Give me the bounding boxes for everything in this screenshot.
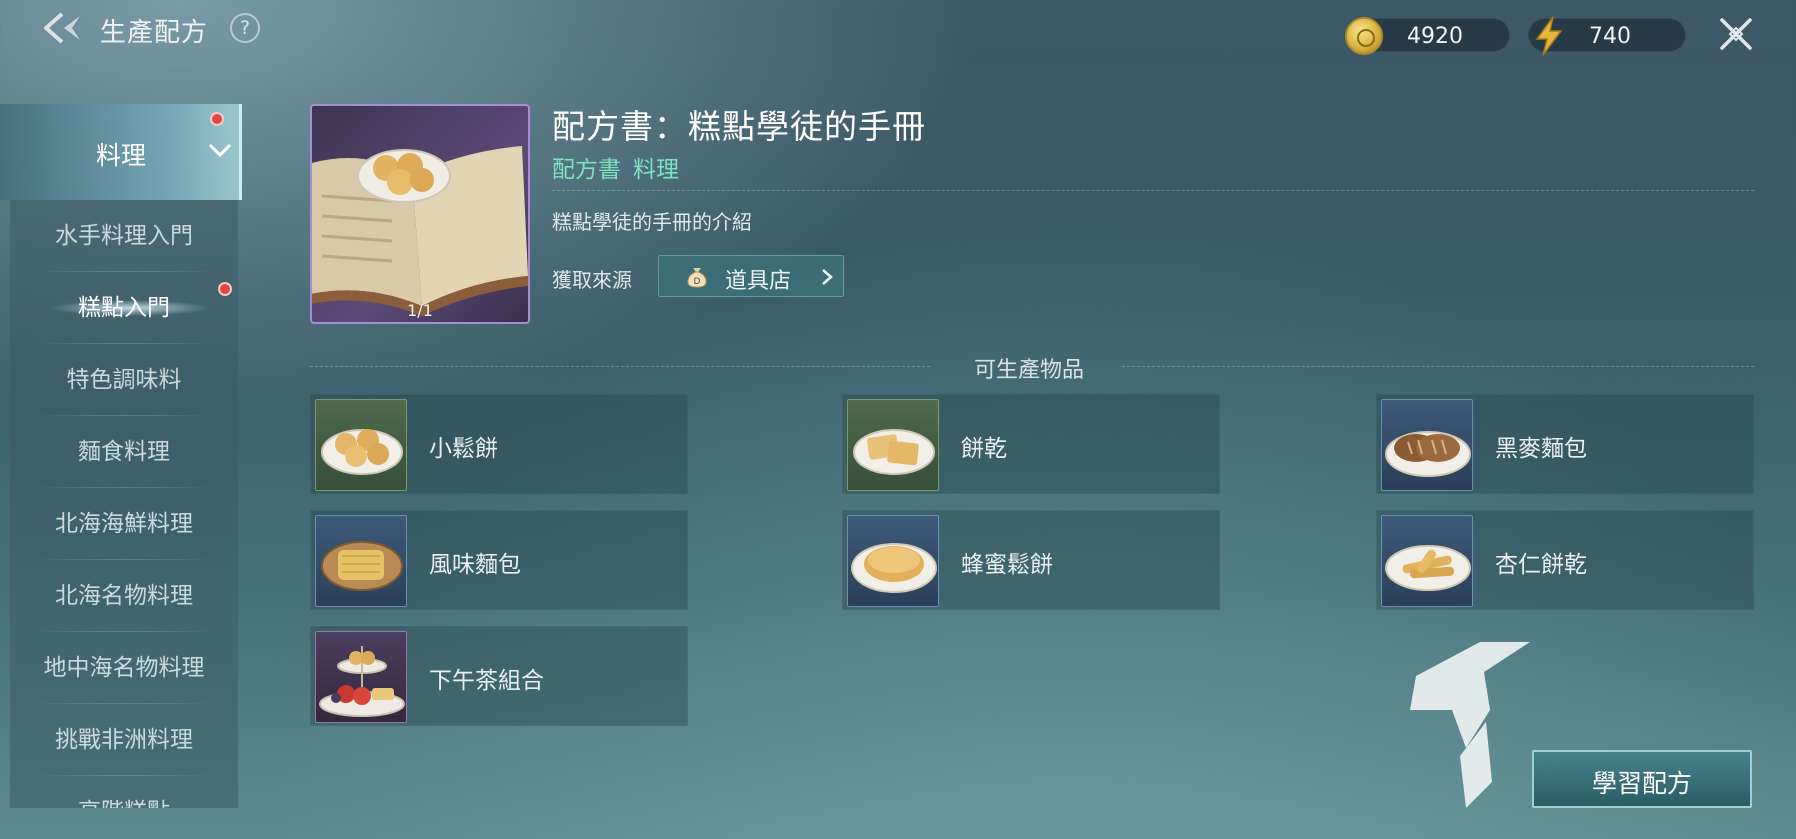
product-card[interactable]: 下午茶組合 bbox=[310, 626, 688, 726]
product-thumb bbox=[847, 515, 939, 607]
energy-balance: 740 bbox=[1528, 16, 1686, 56]
product-thumb bbox=[847, 399, 939, 491]
product-card[interactable]: 餅乾 bbox=[842, 394, 1220, 494]
section-title: 可生產物品 bbox=[973, 358, 1084, 383]
product-thumb bbox=[315, 515, 407, 607]
product-card[interactable]: 風味麵包 bbox=[310, 510, 688, 610]
product-card[interactable]: 小鬆餅 bbox=[310, 394, 688, 494]
recipe-title: 配方書：糕點學徒的手冊 bbox=[552, 107, 926, 146]
product-name: 風味麵包 bbox=[429, 552, 521, 578]
product-name: 小鬆餅 bbox=[429, 436, 498, 462]
coin-icon bbox=[1345, 17, 1383, 55]
nav-item-pastry-basics[interactable]: 糕點入門 bbox=[10, 272, 238, 344]
nav-item-african-challenge[interactable]: 挑戰非洲料理 bbox=[10, 704, 238, 776]
flavored-bread-icon bbox=[321, 541, 403, 591]
coin-value: 4920 bbox=[1407, 24, 1463, 49]
learn-recipe-label: 學習配方 bbox=[1591, 769, 1692, 798]
energy-value: 740 bbox=[1589, 24, 1631, 49]
product-card[interactable]: 黑麥麵包 bbox=[1376, 394, 1754, 494]
tag-cooking: 料理 bbox=[633, 157, 679, 183]
top-bar: 生產配方 ? 4920 740 bbox=[0, 0, 1796, 60]
nav-item-sailor-cooking[interactable]: 水手料理入門 bbox=[10, 200, 238, 272]
product-thumb bbox=[1381, 399, 1473, 491]
chevron-right-icon bbox=[822, 269, 833, 285]
money-bag-icon: D bbox=[687, 268, 707, 288]
nav-item-north-sea-specialty[interactable]: 北海名物料理 bbox=[10, 560, 238, 632]
lightning-icon bbox=[1535, 16, 1563, 56]
product-name: 下午茶組合 bbox=[429, 668, 544, 694]
item-alert-dot bbox=[218, 282, 232, 296]
divider bbox=[552, 190, 1754, 191]
recipe-list[interactable]: 水手料理入門 糕點入門 特色調味料 麵食料理 北海海鮮料理 北海名物料理 地中海… bbox=[10, 200, 238, 808]
honey-pancake-icon bbox=[851, 543, 937, 593]
back-arrow-icon bbox=[44, 12, 80, 44]
almond-cookie-icon bbox=[1385, 545, 1471, 591]
product-thumb bbox=[315, 631, 407, 723]
category-alert-dot bbox=[210, 112, 224, 126]
chevron-down-icon bbox=[208, 143, 232, 158]
help-button[interactable]: ? bbox=[230, 13, 260, 43]
nav-category-label: 料理 bbox=[96, 141, 147, 170]
nav-category-cooking[interactable]: 料理 bbox=[0, 104, 242, 200]
back-button[interactable] bbox=[40, 10, 84, 46]
tag-recipe-book: 配方書 bbox=[552, 157, 621, 183]
recipe-description: 糕點學徒的手冊的介紹 bbox=[552, 210, 752, 234]
muffin-icon bbox=[321, 429, 403, 475]
nav-item-mediterranean[interactable]: 地中海名物料理 bbox=[10, 632, 238, 704]
recipe-book-image: 1/1 bbox=[310, 104, 530, 324]
item-shop-label: 道具店 bbox=[725, 269, 792, 294]
learn-recipe-button[interactable]: 學習配方 bbox=[1532, 750, 1752, 808]
nav-item-noodle-dishes[interactable]: 麵食料理 bbox=[10, 416, 238, 488]
source-label: 獲取來源 bbox=[552, 268, 632, 292]
afternoon-tea-icon bbox=[319, 646, 405, 717]
nav-item-advanced-pastry[interactable]: 高階糕點 bbox=[10, 776, 238, 808]
product-name: 蜂蜜鬆餅 bbox=[961, 552, 1053, 578]
item-shop-button[interactable]: D 道具店 bbox=[658, 255, 844, 297]
product-thumb bbox=[315, 399, 407, 491]
product-thumb bbox=[1381, 515, 1473, 607]
close-icon bbox=[1720, 18, 1752, 50]
recipe-book-icon bbox=[312, 146, 528, 316]
book-count: 1/1 bbox=[407, 301, 433, 320]
svg-text:D: D bbox=[694, 277, 701, 287]
product-card[interactable]: 蜂蜜鬆餅 bbox=[842, 510, 1220, 610]
close-button[interactable] bbox=[1716, 14, 1756, 54]
biscuit-icon bbox=[853, 429, 935, 475]
rye-bread-icon bbox=[1385, 431, 1471, 477]
nav-item-north-sea-seafood[interactable]: 北海海鮮料理 bbox=[10, 488, 238, 560]
product-name: 黑麥麵包 bbox=[1495, 436, 1587, 462]
screen-title: 生產配方 bbox=[100, 18, 209, 48]
coin-balance: 4920 bbox=[1345, 17, 1510, 55]
product-name: 杏仁餅乾 bbox=[1495, 552, 1587, 578]
product-card[interactable]: 杏仁餅乾 bbox=[1376, 510, 1754, 610]
recipe-tags: 配方書 料理 bbox=[552, 150, 691, 184]
product-name: 餅乾 bbox=[961, 436, 1007, 462]
